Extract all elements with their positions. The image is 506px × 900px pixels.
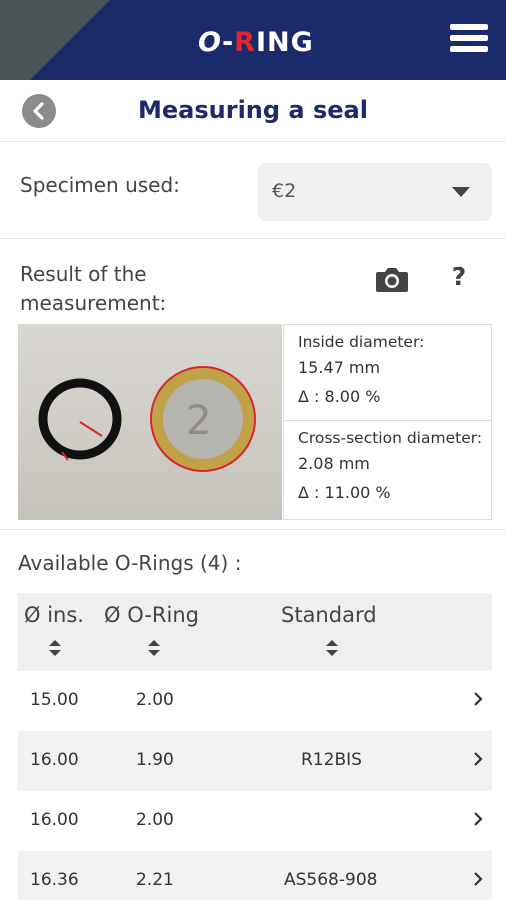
cross-section-label: Cross-section diameter:	[298, 429, 483, 447]
available-orings-title: Available O-Rings (4) :	[18, 551, 242, 575]
chevron-right-icon[interactable]	[470, 747, 486, 771]
chevron-right-icon[interactable]	[470, 687, 486, 711]
specimen-select[interactable]: €2	[258, 163, 492, 221]
cross-section-value: 2.08 mm	[298, 454, 370, 473]
logo-o: O	[198, 26, 222, 58]
cross-section-delta: Δ : 11.00 %	[298, 483, 391, 502]
measurement-photo: 2	[18, 324, 282, 520]
table-row[interactable]: 15.00 2.00	[18, 671, 492, 731]
table-header: Ø ins. Ø O-Ring Standard	[18, 593, 492, 671]
svg-text:2: 2	[186, 398, 211, 444]
measurement-section: Result of the measurement: ? 2 Inside di…	[0, 240, 506, 530]
photo-illustration: 2	[38, 366, 256, 472]
app-header: O - R ING	[0, 0, 506, 80]
column-header-inside[interactable]: Ø ins.	[24, 603, 84, 627]
available-orings-section: Available O-Rings (4) : Ø ins. Ø O-Ring …	[0, 531, 506, 900]
chevron-right-icon[interactable]	[470, 867, 486, 891]
column-header-standard[interactable]: Standard	[281, 603, 377, 627]
sort-icon[interactable]	[48, 639, 62, 657]
cell-oring: 2.21	[136, 870, 174, 890]
sort-icon[interactable]	[147, 639, 161, 657]
back-arrow-icon	[33, 102, 44, 120]
cell-oring: 1.90	[136, 750, 174, 770]
cell-oring: 2.00	[136, 690, 174, 710]
title-bar: Measuring a seal	[0, 80, 506, 142]
cross-section-box: Cross-section diameter: 2.08 mm Δ : 11.0…	[284, 421, 491, 519]
app-logo: O - R ING	[198, 22, 314, 62]
specimen-section: Specimen used: €2	[0, 143, 506, 239]
cell-inside: 15.00	[30, 690, 79, 710]
cell-standard: R12BIS	[301, 750, 362, 770]
cell-inside: 16.00	[30, 810, 79, 830]
logo-r: R	[234, 26, 256, 58]
table-row[interactable]: 16.00 1.90 R12BIS	[18, 731, 492, 791]
logo-dash: -	[221, 26, 235, 58]
table-row[interactable]: 16.00 2.00	[18, 791, 492, 851]
hamburger-menu-icon[interactable]	[450, 24, 488, 56]
camera-icon[interactable]	[374, 264, 410, 294]
measurement-results: Inside diameter: 15.47 mm Δ : 8.00 % Cro…	[283, 324, 492, 520]
caret-down-icon	[452, 187, 470, 197]
measurement-title: Result of the measurement:	[20, 262, 167, 315]
inside-diameter-delta: Δ : 8.00 %	[298, 387, 381, 406]
cell-inside: 16.36	[30, 870, 79, 890]
cell-oring: 2.00	[136, 810, 174, 830]
help-icon[interactable]: ?	[444, 262, 474, 296]
table-row[interactable]: 16.36 2.21 AS568-908	[18, 851, 492, 900]
specimen-label: Specimen used:	[20, 173, 180, 197]
chevron-right-icon[interactable]	[470, 807, 486, 831]
logo-ing: ING	[255, 26, 314, 58]
back-button[interactable]	[22, 94, 56, 128]
inside-diameter-value: 15.47 mm	[298, 358, 381, 377]
inside-diameter-box: Inside diameter: 15.47 mm Δ : 8.00 %	[284, 325, 491, 421]
column-header-oring[interactable]: Ø O-Ring	[104, 603, 199, 627]
corner-decoration	[0, 0, 110, 80]
specimen-selected-value: €2	[272, 180, 297, 202]
cell-inside: 16.00	[30, 750, 79, 770]
page-title: Measuring a seal	[138, 96, 368, 124]
sort-icon[interactable]	[325, 639, 339, 657]
inside-diameter-label: Inside diameter:	[298, 333, 425, 351]
cell-standard: AS568-908	[284, 870, 378, 890]
